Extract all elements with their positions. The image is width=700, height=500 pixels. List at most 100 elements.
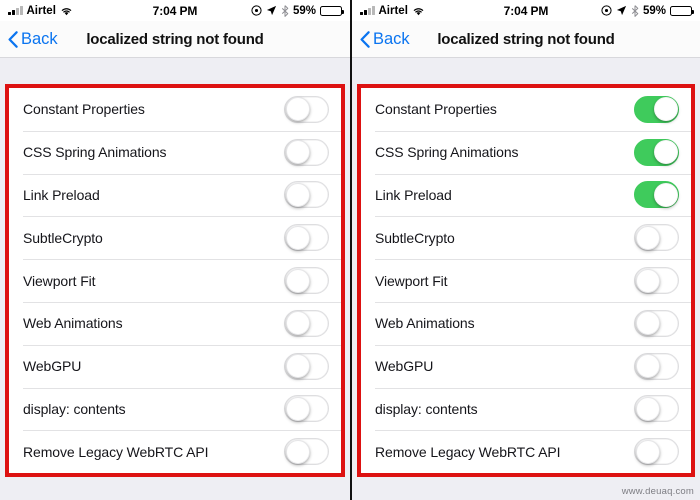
settings-row-label: Viewport Fit xyxy=(23,272,96,289)
toggle-knob xyxy=(285,268,310,293)
settings-row-label: Web Animations xyxy=(23,315,123,332)
toggle-knob xyxy=(285,354,310,379)
settings-row[interactable]: CSS Spring Animations xyxy=(361,130,691,174)
feature-toggle-switch[interactable] xyxy=(634,309,679,337)
toggle-knob xyxy=(285,396,310,421)
feature-toggle-switch[interactable] xyxy=(634,95,679,123)
feature-toggle-switch[interactable] xyxy=(634,138,679,166)
feature-toggle-switch[interactable] xyxy=(284,352,329,380)
feature-toggle-switch[interactable] xyxy=(634,395,679,423)
back-button-label: Back xyxy=(21,29,58,48)
back-button-label: Back xyxy=(373,29,410,48)
feature-toggle-switch[interactable] xyxy=(284,138,329,166)
alarm-icon xyxy=(601,5,612,16)
red-highlight-box: Constant Properties CSS Spring Animations… xyxy=(5,84,345,478)
bluetooth-icon xyxy=(281,4,289,17)
settings-row-label: Remove Legacy WebRTC API xyxy=(23,443,209,460)
toggle-knob xyxy=(653,140,678,165)
experimental-features-list: Constant Properties CSS Spring Animations… xyxy=(9,88,341,474)
location-arrow-icon xyxy=(266,5,277,16)
feature-toggle-switch[interactable] xyxy=(634,224,679,252)
settings-row-label: Constant Properties xyxy=(23,101,145,118)
bluetooth-icon xyxy=(631,4,639,17)
toggle-knob xyxy=(635,225,660,250)
status-bar-time: 7:04 PM xyxy=(503,3,549,18)
settings-row[interactable]: Remove Legacy WebRTC API xyxy=(361,430,691,474)
settings-row-label: CSS Spring Animations xyxy=(23,144,167,161)
settings-row-label: WebGPU xyxy=(375,358,434,375)
toggle-knob xyxy=(285,225,310,250)
settings-row[interactable]: SubtleCrypto xyxy=(9,216,341,260)
nav-bar: Back localized string not found xyxy=(0,21,350,58)
back-button[interactable]: Back xyxy=(352,30,410,49)
settings-row-label: display: contents xyxy=(375,400,478,417)
feature-toggle-switch[interactable] xyxy=(284,438,329,466)
settings-row-label: Web Animations xyxy=(375,315,475,332)
settings-row[interactable]: SubtleCrypto xyxy=(361,216,691,260)
settings-row-label: Remove Legacy WebRTC API xyxy=(375,443,561,460)
toggle-knob xyxy=(653,182,678,207)
settings-row[interactable]: Link Preload xyxy=(9,173,341,217)
feature-toggle-switch[interactable] xyxy=(284,224,329,252)
settings-row-label: SubtleCrypto xyxy=(375,229,455,246)
battery-icon xyxy=(670,5,694,16)
settings-row[interactable]: CSS Spring Animations xyxy=(9,130,341,174)
alarm-icon xyxy=(251,5,262,16)
feature-toggle-switch[interactable] xyxy=(284,267,329,295)
wifi-icon xyxy=(413,7,424,15)
settings-row[interactable]: Constant Properties xyxy=(9,88,341,131)
feature-toggle-switch[interactable] xyxy=(284,95,329,123)
feature-toggle-switch[interactable] xyxy=(634,352,679,380)
toggle-knob xyxy=(635,439,660,464)
back-button[interactable]: Back xyxy=(0,30,58,49)
settings-row-label: Link Preload xyxy=(375,186,452,203)
status-bar-right: 59% xyxy=(548,4,694,17)
settings-row-label: display: contents xyxy=(23,400,126,417)
list-bottom-gap: www.deuaq.com xyxy=(352,477,700,500)
toggle-knob xyxy=(635,354,660,379)
settings-row[interactable]: Constant Properties xyxy=(361,88,691,131)
experimental-features-list: Constant Properties CSS Spring Animations… xyxy=(361,88,691,474)
battery-icon xyxy=(320,5,344,16)
toggle-knob xyxy=(285,311,310,336)
status-bar-time: 7:04 PM xyxy=(152,3,198,18)
feature-toggle-switch[interactable] xyxy=(634,438,679,466)
chevron-left-icon xyxy=(360,30,370,48)
nav-bar: Back localized string not found xyxy=(352,21,700,58)
feature-toggle-switch[interactable] xyxy=(634,181,679,209)
settings-row[interactable]: Remove Legacy WebRTC API xyxy=(9,430,341,474)
settings-row[interactable]: Viewport Fit xyxy=(9,259,341,302)
toggle-knob xyxy=(285,182,310,207)
status-bar-left: Airtel xyxy=(8,5,153,17)
settings-row-label: Link Preload xyxy=(23,186,100,203)
settings-row-label: Viewport Fit xyxy=(375,272,448,289)
feature-toggle-switch[interactable] xyxy=(284,309,329,337)
carrier-label: Airtel xyxy=(26,4,56,17)
settings-row[interactable]: WebGPU xyxy=(361,344,691,388)
feature-toggle-switch[interactable] xyxy=(284,395,329,423)
settings-row[interactable]: Link Preload xyxy=(361,173,691,217)
battery-percent-label: 59% xyxy=(292,4,316,17)
status-bar-right: 59% xyxy=(197,4,344,17)
settings-row[interactable]: Web Animations xyxy=(9,301,341,345)
list-top-gap xyxy=(352,58,700,84)
list-bottom-gap xyxy=(0,477,350,500)
settings-row[interactable]: display: contents xyxy=(9,387,341,431)
signal-bars-icon xyxy=(8,6,23,15)
feature-toggle-switch[interactable] xyxy=(634,267,679,295)
toggle-knob xyxy=(635,311,660,336)
chevron-left-icon xyxy=(8,30,18,48)
battery-percent-label: 59% xyxy=(642,4,666,17)
settings-row[interactable]: Viewport Fit xyxy=(361,259,691,302)
carrier-label: Airtel xyxy=(378,4,408,17)
status-bar-left: Airtel xyxy=(360,5,504,17)
feature-toggle-switch[interactable] xyxy=(284,181,329,209)
settings-row-label: CSS Spring Animations xyxy=(375,144,519,161)
status-bar: Airtel 7:04 PM 59% xyxy=(0,0,350,21)
phone-panel-right: Airtel 7:04 PM 59% Back localized string… xyxy=(350,0,700,500)
toggle-knob xyxy=(285,439,310,464)
settings-row[interactable]: WebGPU xyxy=(9,344,341,388)
settings-row[interactable]: display: contents xyxy=(361,387,691,431)
watermark: www.deuaq.com xyxy=(621,486,694,497)
settings-row[interactable]: Web Animations xyxy=(361,301,691,345)
